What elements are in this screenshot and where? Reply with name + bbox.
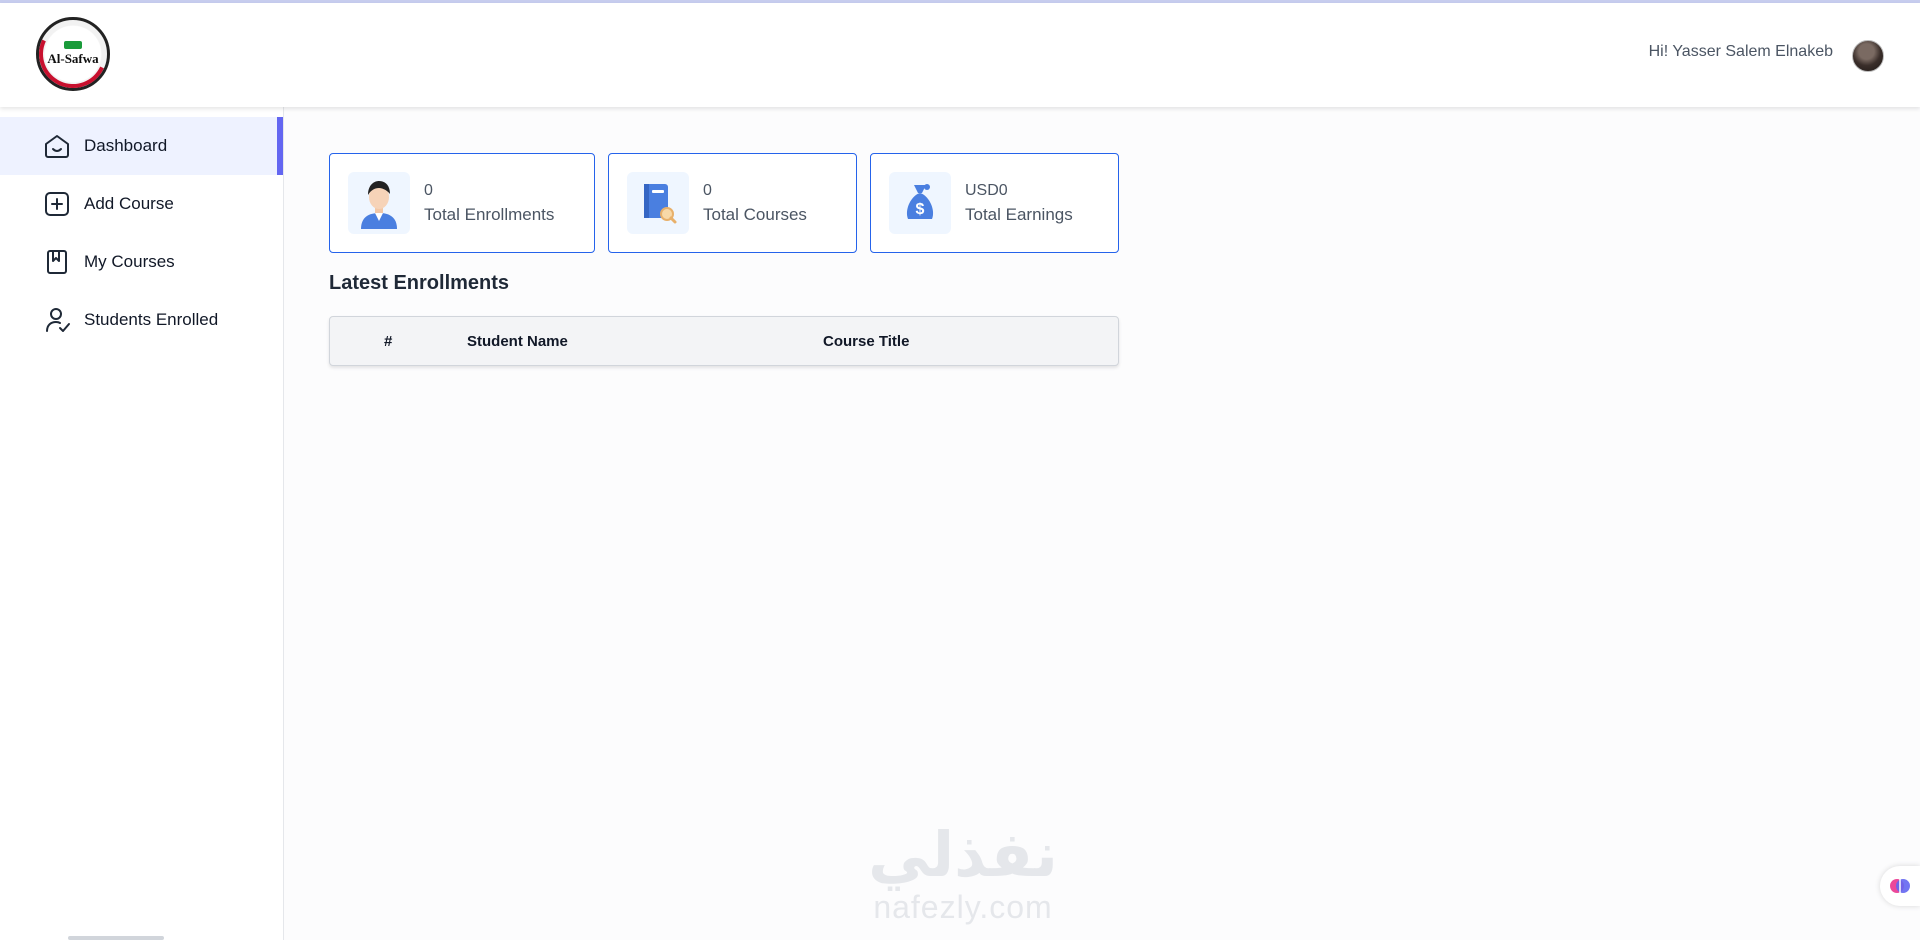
total-courses-label: Total Courses (703, 205, 807, 224)
sidebar-item-students-enrolled[interactable]: Students Enrolled (0, 291, 283, 349)
user-greeting: Hi! Yasser Salem Elnakeb (1648, 43, 1833, 60)
sidebar-item-add-course[interactable]: Add Course (0, 175, 283, 233)
al-safwa-logo[interactable]: Al-Safwa (29, 10, 117, 98)
column-header-student-name: Student Name (467, 333, 568, 350)
column-header-course-title: Course Title (823, 333, 910, 350)
main-content: 0 Total Enrollments 0 Total Courses $ US… (284, 107, 1920, 940)
stat-card-courses: 0 Total Courses (608, 153, 857, 253)
user-avatar[interactable] (1852, 40, 1884, 72)
watermark-arabic: نفذلي (868, 818, 1058, 891)
total-enrollments-label: Total Enrollments (424, 205, 555, 224)
logo-arc (29, 10, 117, 98)
money-bag-icon: $ (889, 172, 951, 234)
sidebar-item-dashboard[interactable]: Dashboard (0, 117, 283, 175)
sidebar-item-label: Add Course (84, 194, 174, 213)
enrollments-table-header: # Student Name Course Title (329, 316, 1119, 366)
home-icon (45, 135, 69, 158)
floating-assistant-button[interactable] (1880, 866, 1920, 906)
bottom-scroll-indicator (68, 936, 164, 940)
column-header-index: # (384, 333, 393, 350)
watermark-latin: nafezly.com (873, 889, 1053, 925)
sidebar-item-my-courses[interactable]: My Courses (0, 233, 283, 291)
top-header: Al-Safwa Hi! Yasser Salem Elnakeb (0, 3, 1920, 107)
latest-enrollments-title: Latest Enrollments (329, 272, 510, 294)
nafezly-watermark: نفذلي nafezly.com (853, 818, 1073, 925)
total-earnings-value: USD0 (965, 182, 1008, 199)
stat-card-enrollments: 0 Total Enrollments (329, 153, 595, 253)
sidebar-item-label: My Courses (84, 252, 175, 271)
stat-card-earnings: $ USD0 Total Earnings (870, 153, 1119, 253)
book-search-icon (627, 172, 689, 234)
svg-text:$: $ (916, 201, 925, 218)
sidebar: Dashboard Add Course My Courses Students… (0, 107, 284, 940)
brain-icon (1890, 879, 1910, 893)
student-avatar-icon (348, 172, 410, 234)
total-enrollments-value: 0 (424, 182, 433, 199)
total-courses-value: 0 (703, 182, 712, 199)
bookmark-book-icon (47, 250, 67, 274)
total-earnings-label: Total Earnings (965, 205, 1073, 224)
sidebar-item-label: Students Enrolled (84, 310, 219, 329)
sidebar-item-label: Dashboard (84, 136, 168, 155)
user-check-icon (46, 308, 70, 332)
add-square-icon (45, 192, 69, 216)
